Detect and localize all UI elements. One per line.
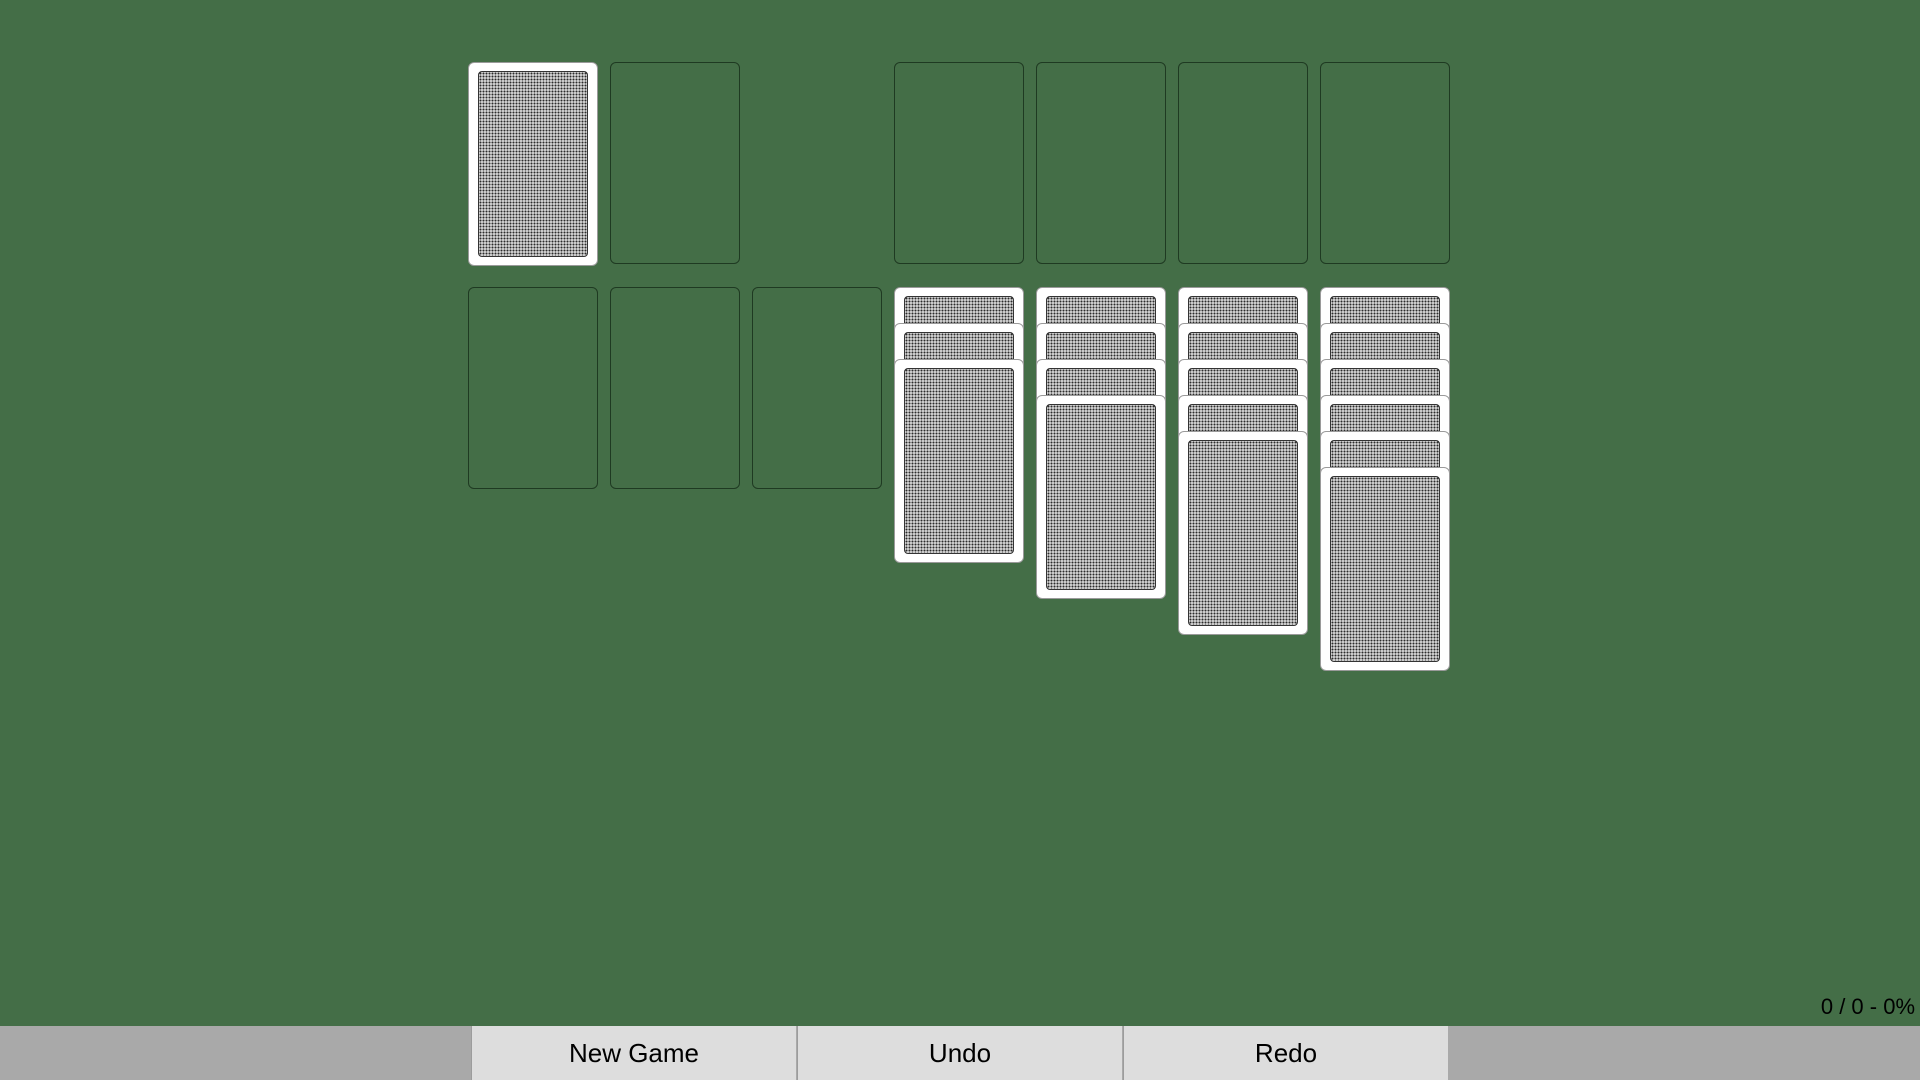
bottom-toolbar: New Game Undo Redo bbox=[0, 1026, 1920, 1080]
foundation-pile-3[interactable] bbox=[1178, 62, 1308, 264]
stock-card-face-down[interactable] bbox=[468, 62, 598, 266]
tableau-pile-1[interactable] bbox=[468, 287, 598, 489]
card-back-pattern bbox=[1330, 476, 1440, 662]
tableau-card-face-down[interactable] bbox=[1320, 467, 1450, 671]
tableau-card-face-down[interactable] bbox=[1036, 395, 1166, 599]
tableau-card-face-down[interactable] bbox=[1178, 431, 1308, 635]
game-table: 0 / 0 - 0% bbox=[0, 0, 1920, 1026]
card-back-pattern bbox=[1046, 404, 1156, 590]
card-back-pattern bbox=[1188, 440, 1298, 626]
foundation-pile-4[interactable] bbox=[1320, 62, 1450, 264]
foundation-pile-2[interactable] bbox=[1036, 62, 1166, 264]
card-back-pattern bbox=[904, 368, 1014, 554]
tableau-pile-2[interactable] bbox=[610, 287, 740, 489]
redo-button[interactable]: Redo bbox=[1123, 1026, 1448, 1080]
waste-pile[interactable] bbox=[610, 62, 740, 264]
tableau-pile-3[interactable] bbox=[752, 287, 882, 489]
new-game-button[interactable]: New Game bbox=[471, 1026, 796, 1080]
score-status: 0 / 0 - 0% bbox=[1820, 994, 1915, 1019]
tableau-card-face-down[interactable] bbox=[894, 359, 1024, 563]
card-back-pattern bbox=[478, 71, 588, 257]
foundation-pile-1[interactable] bbox=[894, 62, 1024, 264]
undo-button[interactable]: Undo bbox=[797, 1026, 1122, 1080]
